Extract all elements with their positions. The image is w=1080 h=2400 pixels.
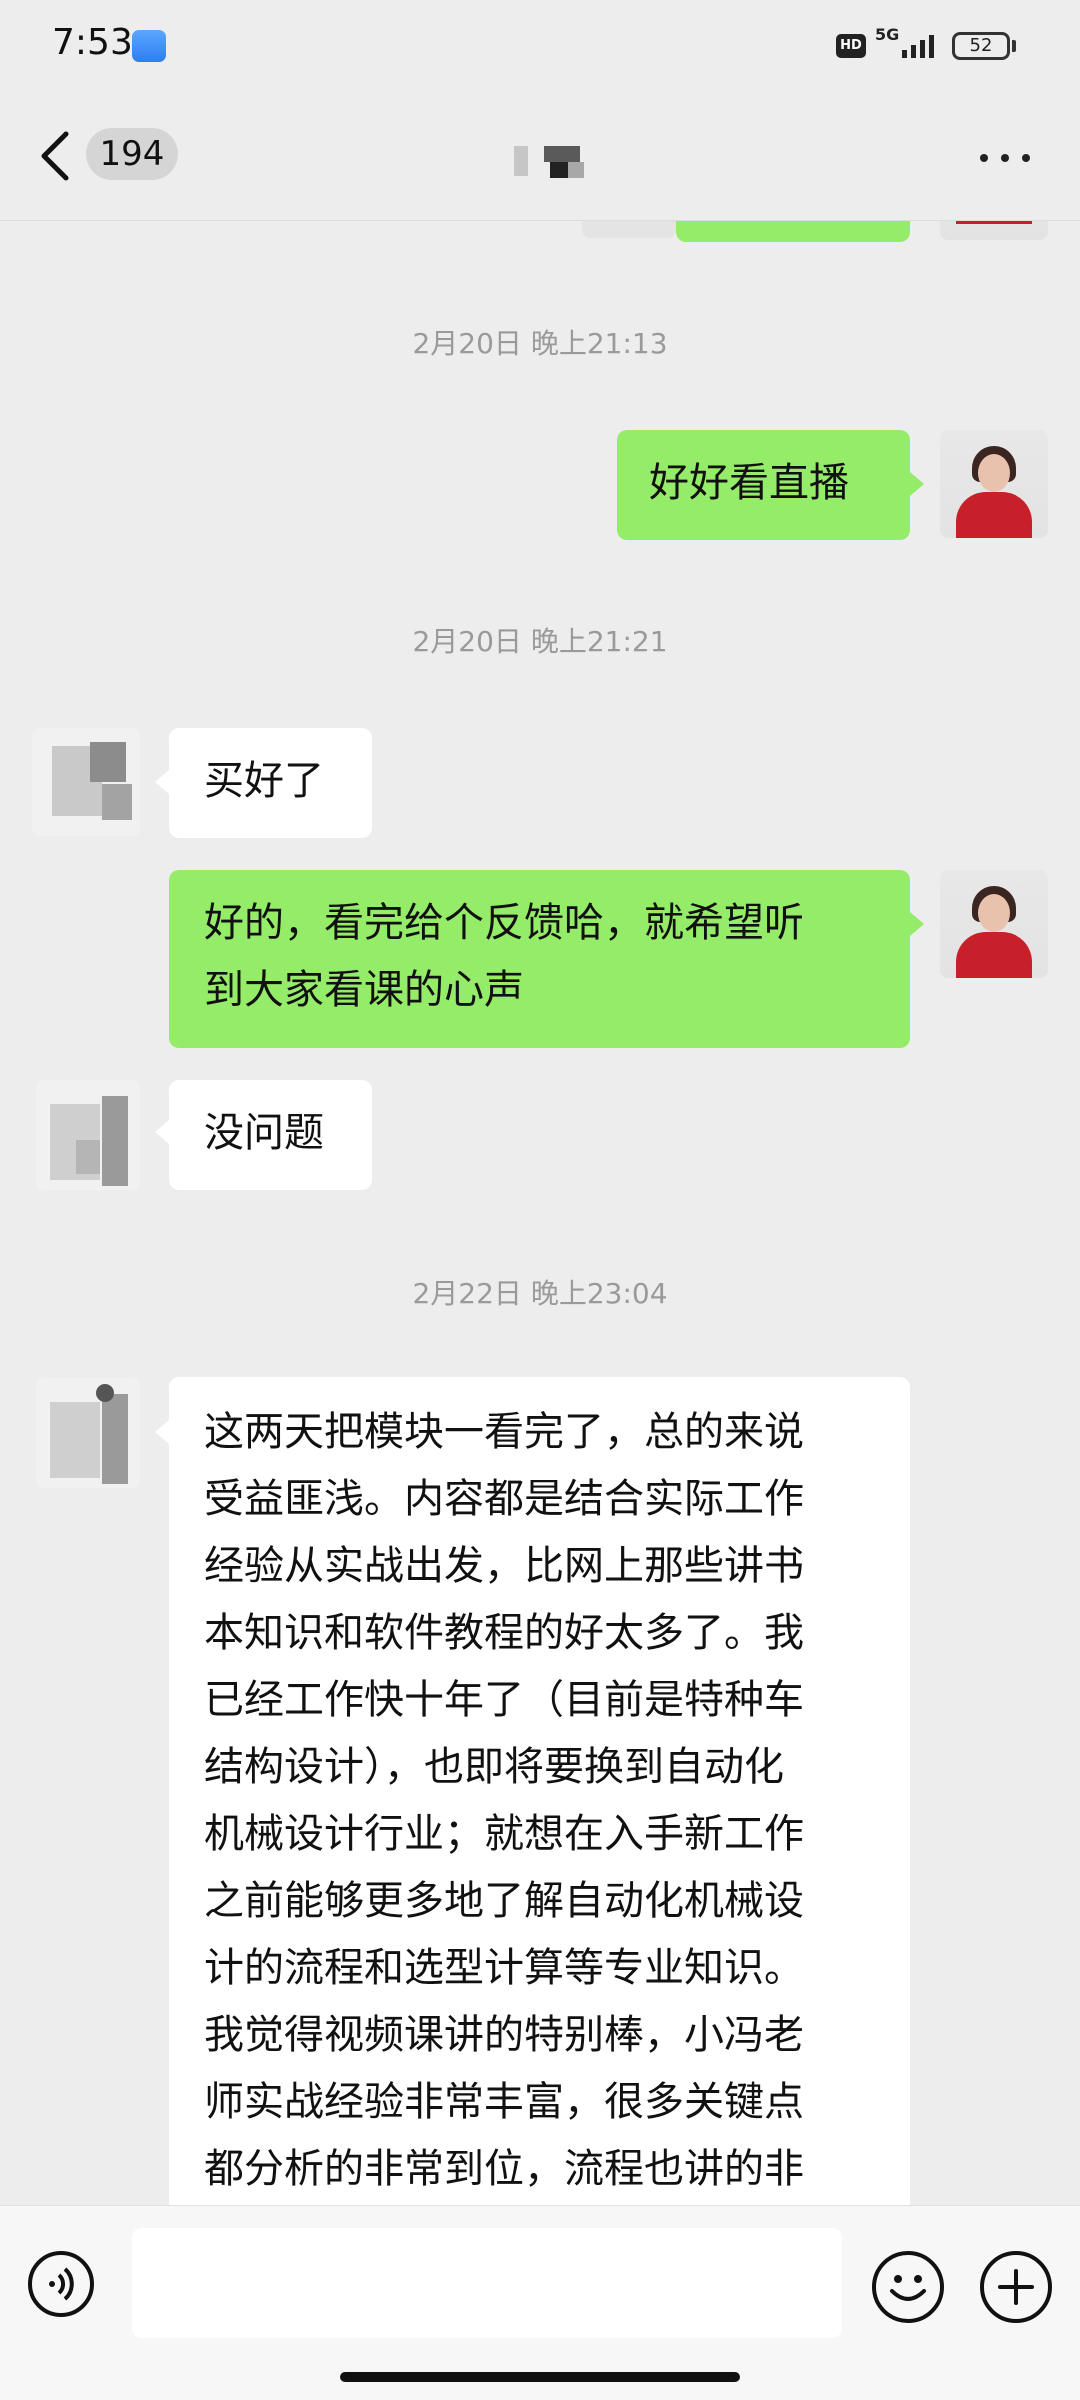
message-bubble-incoming[interactable]: 买好了 xyxy=(169,728,372,838)
chat-title-redacted[interactable] xyxy=(510,144,586,180)
message-text: 买好了 xyxy=(204,758,324,804)
bubble-tail xyxy=(910,912,924,936)
signal-icon xyxy=(902,35,934,58)
battery-icon: 52 xyxy=(952,32,1010,60)
chat-header: 194 xyxy=(0,90,1080,221)
my-avatar[interactable] xyxy=(940,430,1048,538)
unread-count-badge[interactable]: 194 xyxy=(86,128,178,180)
hd-icon: HD xyxy=(836,34,866,58)
message-bubble-outgoing[interactable]: 好的，看完给个反馈哈，就希望听 到大家看课的心声 xyxy=(169,870,910,1048)
emoji-icon[interactable] xyxy=(872,2251,944,2323)
message-text-line: 机械设计行业；就想在入手新工作 xyxy=(204,1811,804,1857)
message-text-line: 受益匪浅。内容都是结合实际工作 xyxy=(204,1476,804,1522)
status-time: 7:53 xyxy=(52,22,133,63)
message-list[interactable]: 2月20日 晚上21:13 好好看直播 2月20日 晚上21:21 买好了 好的… xyxy=(0,0,1080,2205)
message-text-line: 这两天把模块一看完了，总的来说 xyxy=(204,1409,804,1455)
more-dots-icon[interactable] xyxy=(978,148,1032,168)
message-text: 没问题 xyxy=(204,1110,324,1156)
message-text-line: 之前能够更多地了解自动化机械设 xyxy=(204,1878,804,1924)
message-input[interactable] xyxy=(132,2228,842,2338)
bubble-tail xyxy=(910,472,924,496)
bubble-tail xyxy=(155,1420,169,1444)
message-bubble-incoming[interactable]: 没问题 xyxy=(169,1080,372,1190)
message-text-line: 经验从实战出发，比网上那些讲书 xyxy=(204,1543,804,1589)
bubble-tail xyxy=(155,1120,169,1144)
plus-icon[interactable] xyxy=(980,2251,1052,2323)
contact-avatar[interactable] xyxy=(36,1080,140,1190)
message-text-line: 好的，看完给个反馈哈，就希望听 xyxy=(204,900,804,946)
contact-avatar[interactable] xyxy=(36,1378,140,1488)
message-text: 好好看直播 xyxy=(649,460,849,506)
timestamp: 2月22日 晚上23:04 xyxy=(412,1277,668,1310)
message-bubble-incoming[interactable]: 这两天把模块一看完了，总的来说 受益匪浅。内容都是结合实际工作 经验从实战出发，… xyxy=(169,1377,910,2205)
battery-tip xyxy=(1012,40,1016,52)
bubble-tail xyxy=(155,770,169,794)
message-text-line: 计的流程和选型计算等专业知识。 xyxy=(204,1945,804,1991)
message-text-line: 到大家看课的心声 xyxy=(204,967,524,1013)
home-indicator[interactable] xyxy=(340,2372,740,2382)
timestamp: 2月20日 晚上21:21 xyxy=(412,625,668,658)
chevron-left-icon[interactable] xyxy=(36,128,76,184)
my-avatar[interactable] xyxy=(940,870,1048,978)
status-bar: 7:53 HD 5G 52 xyxy=(0,0,1080,90)
message-text-line: 已经工作快十年了（目前是特种车 xyxy=(204,1677,804,1723)
network-type: 5G xyxy=(875,25,900,44)
contact-avatar[interactable] xyxy=(32,728,140,836)
message-text-line: 都分析的非常到位，流程也讲的非 xyxy=(204,2146,804,2192)
message-text-line: 本知识和软件教程的好太多了。我 xyxy=(204,1610,804,1656)
chat-screen: 2月20日 晚上21:13 好好看直播 2月20日 晚上21:21 买好了 好的… xyxy=(0,0,1080,2400)
voice-icon[interactable] xyxy=(28,2251,94,2317)
timestamp: 2月20日 晚上21:13 xyxy=(412,327,668,360)
notification-icon xyxy=(132,30,166,62)
message-text-line: 师实战经验非常丰富，很多关键点 xyxy=(204,2079,804,2125)
message-text-line: 我觉得视频课讲的特别棒，小冯老 xyxy=(204,2012,804,2058)
message-bubble-outgoing[interactable]: 好好看直播 xyxy=(617,430,910,540)
input-bar xyxy=(0,2205,1080,2400)
message-text-line: 结构设计），也即将要换到自动化 xyxy=(204,1744,784,1790)
